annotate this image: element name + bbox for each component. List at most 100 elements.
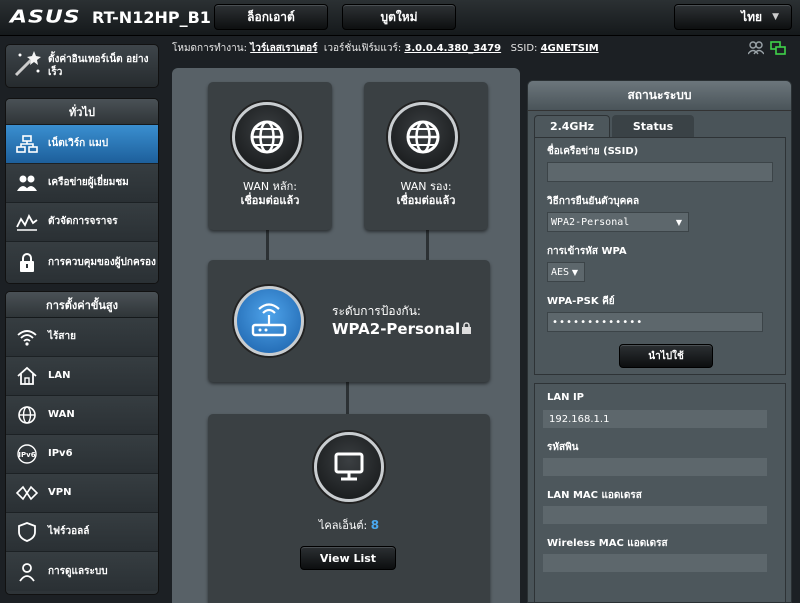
- sidebar-item-vpn[interactable]: VPN: [6, 474, 158, 513]
- sidebar-item-traffic-manager[interactable]: ตัวจัดการจราจร: [6, 203, 158, 242]
- psk-key-label: WPA-PSK คีย์: [547, 296, 615, 307]
- auth-method-label: วิธีการยืนยันตัวบุคคล: [547, 196, 640, 207]
- admin-user-icon: [16, 561, 38, 583]
- top-bar: ASUS RT-N12HP_B1 ล็อกเอาต์ บูตใหม่ ไทย ▼: [0, 0, 800, 36]
- sidebar-item-label: การควบคุมของผู้ปกครอง: [48, 257, 156, 268]
- sidebar-item-label: ไร้สาย: [48, 331, 76, 342]
- auth-method-value: WPA2-Personal: [551, 216, 630, 228]
- wan2-link-line: [426, 230, 429, 260]
- wan-primary-status: เชื่อมต่อแล้ว: [240, 194, 300, 207]
- sidebar-item-label: เน็ตเวิร์ก แมป: [48, 138, 109, 149]
- guest-network-icon: [16, 172, 38, 194]
- clients-label: ไคลเอ็นต์:: [318, 519, 368, 532]
- general-menu: ทั่วไป เน็ตเวิร์ก แมป เครือข่ายผู้เยี่ยม…: [5, 98, 159, 284]
- reboot-button[interactable]: บูตใหม่: [342, 4, 456, 30]
- quick-internet-setup-button[interactable]: ตั้งค่าอินเทอร์เน็ต อย่างเร็ว: [5, 44, 159, 88]
- firmware-label: เวอร์ชั่นเฟิร์มแวร์:: [323, 43, 402, 54]
- sidebar-item-label: ไฟร์วอลล์: [48, 526, 90, 537]
- sidebar-item-administration[interactable]: การดูแลระบบ: [6, 552, 158, 591]
- advanced-menu: การตั้งค่าขั้นสูง ไร้สาย LAN WAN IPv6 IP…: [5, 291, 159, 595]
- language-select[interactable]: ไทย ▼: [674, 4, 792, 30]
- status-line: โหมดการทำงาน: ไวร์เลสเราเตอร์ เวอร์ชั่นเ…: [172, 41, 792, 59]
- wan-primary-label: WAN หลัก:: [243, 180, 297, 193]
- wan-secondary-node[interactable]: WAN รอง: เชื่อมต่อแล้ว: [364, 82, 488, 230]
- status-tabs: 2.4GHz Status: [534, 115, 694, 137]
- sidebar-item-wan[interactable]: WAN: [6, 396, 158, 435]
- sidebar-item-wireless[interactable]: ไร้สาย: [6, 318, 158, 357]
- security-level-label: ระดับการป้องกัน:: [332, 304, 421, 318]
- wireless-settings-box: ชื่อเครือข่าย (SSID) วิธีการยืนยันตัวบุค…: [534, 137, 786, 375]
- sidebar-item-firewall[interactable]: ไฟร์วอลล์: [6, 513, 158, 552]
- lan-ip-value: 192.168.1.1: [543, 410, 767, 428]
- asus-logo: ASUS: [10, 7, 81, 28]
- firmware-link[interactable]: 3.0.0.4.380_3479: [404, 43, 501, 54]
- model-name: RT-N12HP_B1: [92, 8, 211, 27]
- sidebar-item-ipv6[interactable]: IPv6 IPv6: [6, 435, 158, 474]
- clients-count[interactable]: 8: [371, 518, 379, 532]
- wpa-encryption-value: AES: [551, 266, 570, 278]
- sidebar-item-lan[interactable]: LAN: [6, 357, 158, 396]
- traffic-manager-icon: [16, 211, 38, 233]
- internet-status-icon[interactable]: [770, 40, 786, 59]
- auth-method-select[interactable]: WPA2-Personal ▼: [547, 212, 689, 232]
- ssid-label: SSID:: [510, 43, 538, 54]
- sidebar-item-label: LAN: [48, 370, 71, 381]
- sidebar-item-label: VPN: [48, 487, 72, 498]
- pin-code-value: [543, 458, 767, 476]
- lan-info-box: LAN IP 192.168.1.1 รหัสพิน LAN MAC แอดเด…: [534, 383, 786, 602]
- ssid-input[interactable]: [547, 162, 773, 182]
- wireless-mac-value: [543, 554, 767, 572]
- wpa-encryption-label: การเข้ารหัส WPA: [547, 246, 627, 257]
- op-mode-link[interactable]: ไวร์เลสเราเตอร์: [250, 43, 317, 54]
- svg-text:IPv6: IPv6: [18, 451, 35, 459]
- monitor-icon: [314, 432, 384, 502]
- network-map-panel: WAN หลัก: เชื่อมต่อแล้ว WAN รอง: เชื่อมต…: [172, 68, 520, 603]
- sidebar-item-label: การดูแลระบบ: [48, 565, 108, 577]
- shield-icon: [16, 521, 38, 543]
- sidebar-item-network-map[interactable]: เน็ตเวิร์ก แมป: [6, 125, 158, 164]
- lan-ip-label: LAN IP: [547, 392, 585, 403]
- globe-icon: [388, 102, 458, 172]
- ssid-link[interactable]: 4GNETSIM: [541, 43, 599, 54]
- vpn-icon: [16, 482, 38, 504]
- clients-node[interactable]: ไคลเอ็นต์: 8 View List: [208, 414, 490, 603]
- router-node[interactable]: ระดับการป้องกัน: WPA2-Personal: [208, 260, 490, 382]
- ipv6-icon: IPv6: [16, 443, 38, 465]
- language-value: ไทย: [741, 9, 763, 24]
- sidebar-item-label: เครือข่ายผู้เยี่ยมชม: [48, 177, 129, 188]
- wireless-mac-label: Wireless MAC แอดเดรส: [547, 538, 668, 549]
- lock-icon: [461, 320, 472, 339]
- tab-status[interactable]: Status: [612, 115, 694, 137]
- pin-code-label: รหัสพิน: [547, 442, 579, 453]
- general-menu-header: ทั่วไป: [6, 99, 158, 125]
- chevron-down-icon: ▼: [772, 12, 779, 22]
- advanced-menu-header: การตั้งค่าขั้นสูง: [6, 292, 158, 318]
- status-icons: [747, 40, 786, 59]
- home-icon: [16, 365, 38, 387]
- sidebar-item-label: ตัวจัดการจราจร: [48, 216, 118, 227]
- magic-wand-icon: [12, 49, 42, 83]
- globe-icon: [16, 404, 38, 426]
- globe-icon: [232, 102, 302, 172]
- chevron-down-icon: ▼: [571, 267, 578, 277]
- lan-mac-label: LAN MAC แอดเดรส: [547, 490, 642, 501]
- wpa-encryption-select[interactable]: AES ▼: [547, 262, 585, 282]
- view-list-button[interactable]: View List: [300, 546, 396, 570]
- users-status-icon[interactable]: [747, 40, 765, 59]
- psk-key-input[interactable]: •••••••••••••: [547, 312, 763, 332]
- apply-button[interactable]: นำไปใช้: [619, 344, 713, 368]
- lan-mac-value: [543, 506, 767, 524]
- parental-lock-icon: [16, 252, 38, 274]
- wan-secondary-status: เชื่อมต่อแล้ว: [396, 194, 456, 207]
- system-status-panel: สถานะระบบ 2.4GHz Status ชื่อเครือข่าย (S…: [527, 80, 792, 603]
- router-icon: [234, 286, 304, 356]
- network-map-icon: [16, 133, 38, 155]
- sidebar-item-guest-network[interactable]: เครือข่ายผู้เยี่ยมชม: [6, 164, 158, 203]
- wan-primary-node[interactable]: WAN หลัก: เชื่อมต่อแล้ว: [208, 82, 332, 230]
- sidebar-item-parental-control[interactable]: การควบคุมของผู้ปกครอง: [6, 242, 158, 283]
- sidebar-item-label: WAN: [48, 409, 75, 420]
- tab-2-4ghz[interactable]: 2.4GHz: [534, 115, 610, 137]
- system-status-title: สถานะระบบ: [528, 81, 791, 111]
- logout-button[interactable]: ล็อกเอาต์: [214, 4, 328, 30]
- clients-link-line: [346, 382, 349, 414]
